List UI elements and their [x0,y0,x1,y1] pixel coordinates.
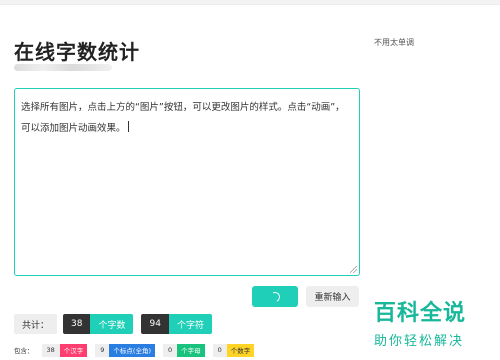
blurred-subtitle [14,64,112,71]
symbol-count-value: 94 [141,314,169,334]
count-button[interactable] [252,286,298,307]
watermark-logo: 百科全说 助你轻松解决 [374,301,467,350]
side-note: 不用太单调 [374,38,414,47]
breakdown-digits: 0 个数字 [212,343,255,357]
spinner-icon [268,290,282,303]
breakdown-chinese-label: 个汉字 [59,343,88,357]
stats-breakdown: 包含： 38 个汉字 9 个标点(全角) 0 个字母 0 个数字 [14,343,262,357]
char-count-label: 个字数 [90,314,134,334]
symbol-count-label: 个字符 [168,314,212,334]
breakdown-digits-value: 0 [212,343,227,357]
resize-handle-icon[interactable] [350,266,357,273]
watermark-slogan: 助你轻松解决 [374,334,465,349]
stats-summary: 共计： 38 个字数 94 个字符 [14,314,220,334]
breakdown-letters-value: 0 [163,343,178,357]
breakdown-chinese: 38 个汉字 [41,343,88,357]
text-input-area[interactable]: 选择所有图片，点击上方的“图片”按钮，可以更改图片的样式。点击“动画”，可以添加… [14,88,360,276]
symbol-count-badge: 94 个字符 [141,314,212,334]
char-count-value: 38 [63,314,91,334]
breakdown-punctuation: 9 个标点(全角) [95,343,155,357]
watermark-title: 百科全说 [374,301,467,326]
breakdown-letters: 0 个字母 [163,343,205,357]
text-cursor [127,121,129,132]
reset-button[interactable]: 重新输入 [306,286,359,307]
char-count-badge: 38 个字数 [63,314,134,334]
page-title: 在线字数统计 [14,40,140,64]
total-label: 共计： [14,314,58,334]
breakdown-digits-label: 个数字 [226,343,255,357]
breakdown-punctuation-label: 个标点(全角) [109,343,155,357]
breakdown-punctuation-value: 9 [95,343,110,357]
top-border [0,0,500,5]
editor-text[interactable]: 选择所有图片，点击上方的“图片”按钮，可以更改图片的样式。点击“动画”，可以添加… [21,102,345,134]
breakdown-chinese-value: 38 [41,343,60,357]
breakdown-letters-label: 个字母 [177,343,205,357]
breakdown-label: 包含： [14,347,34,355]
